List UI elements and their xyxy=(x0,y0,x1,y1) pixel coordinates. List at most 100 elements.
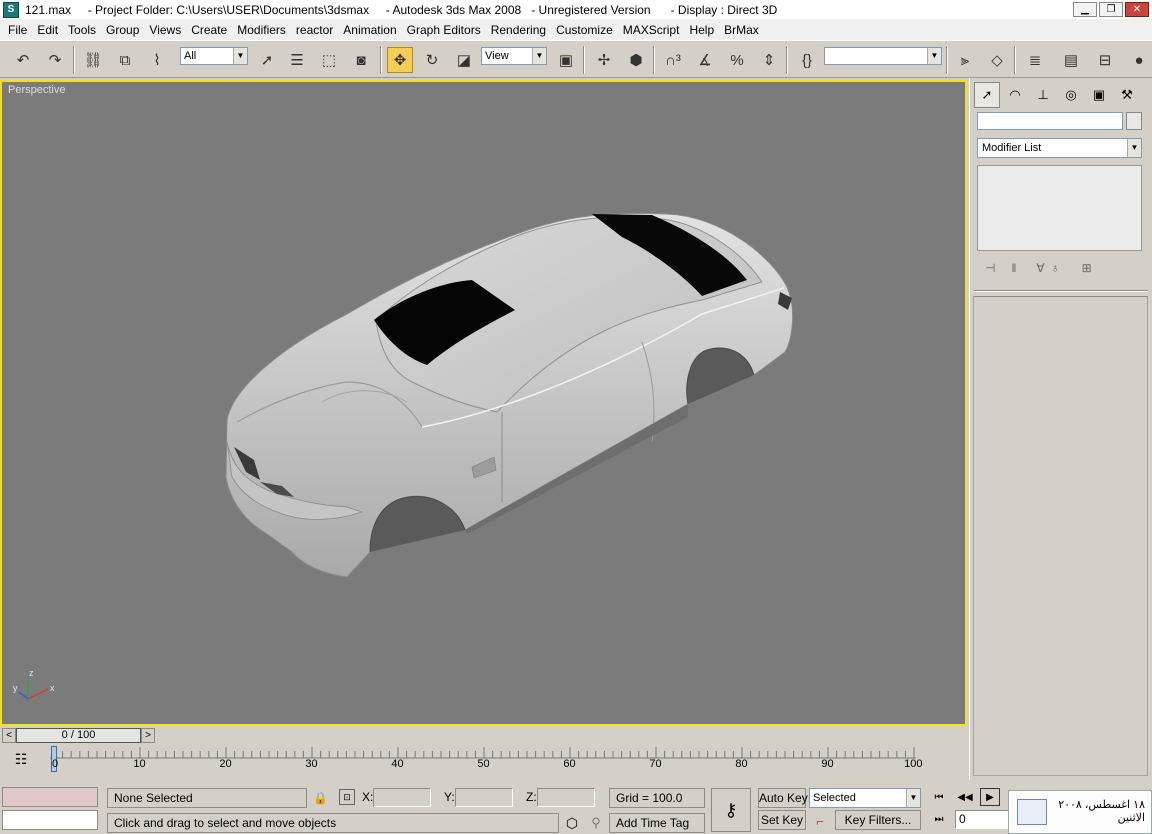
select-and-manipulate-icon[interactable]: ✢ xyxy=(591,47,617,73)
taskbar-date-popup[interactable]: ١٨ اغسطس، ٢٠٠٨ الاثنين xyxy=(1008,790,1152,834)
select-and-scale-icon[interactable]: ◪ xyxy=(451,47,477,73)
menu-reactor[interactable]: reactor xyxy=(291,23,338,37)
time-slider-thumb[interactable]: 0 / 100 xyxy=(16,728,141,743)
modifier-list-label: Modifier List xyxy=(982,142,1042,154)
z-coordinate-field[interactable] xyxy=(537,788,595,807)
menu-file[interactable]: File xyxy=(3,23,32,37)
3dsmax-app-icon[interactable]: S xyxy=(3,1,19,18)
x-coordinate-field[interactable] xyxy=(373,788,431,807)
reference-coordinate-dropdown[interactable]: View ▼ xyxy=(481,47,547,65)
toolbar-separator xyxy=(1014,46,1016,74)
maxscript-listener-mini[interactable] xyxy=(2,787,98,807)
close-button[interactable]: ✕ xyxy=(1125,2,1149,17)
time-slider-prev-button[interactable]: < xyxy=(2,728,16,743)
isolate-selection-icon[interactable]: ⬡ xyxy=(562,813,582,833)
go-to-start-icon[interactable]: ⏮ xyxy=(929,788,949,806)
unlink-selection-icon[interactable]: ⧉ xyxy=(112,47,138,73)
track-bar[interactable]: ☷ 0 10 20 30 40 50 60 70 80 90 100 xyxy=(0,745,967,775)
snaps-toggle-icon[interactable]: ∩³ xyxy=(660,47,686,73)
object-name-field[interactable] xyxy=(977,112,1123,130)
pin-stack-icon[interactable]: ⊣ xyxy=(985,261,995,275)
current-frame-field[interactable]: 0 xyxy=(955,810,1010,829)
key-mode-selection-dropdown[interactable]: Selected ▼ xyxy=(809,788,921,808)
add-time-tag-button[interactable]: Add Time Tag xyxy=(609,813,705,833)
spinner-snap-icon[interactable]: ⇕ xyxy=(756,47,782,73)
menu-help[interactable]: Help xyxy=(684,23,719,37)
material-editor-icon[interactable]: ● xyxy=(1126,47,1152,73)
object-color-swatch[interactable] xyxy=(1126,112,1142,130)
display-tab-icon[interactable]: ▣ xyxy=(1086,82,1112,108)
curve-editor-icon[interactable]: ▤ xyxy=(1058,47,1084,73)
menu-edit[interactable]: Edit xyxy=(32,23,63,37)
named-selection-sets-dropdown[interactable]: ▼ xyxy=(824,47,942,65)
absolute-mode-transform-icon[interactable]: ⊡ xyxy=(339,789,355,805)
show-end-result-icon[interactable]: ‖ xyxy=(1011,261,1016,275)
menu-animation[interactable]: Animation xyxy=(338,23,401,37)
car-body-model[interactable] xyxy=(2,82,965,724)
stack-buttons: ⊣ ‖ ∀ ♁ ⊞ xyxy=(977,256,1142,280)
layer-manager-icon[interactable]: ≣ xyxy=(1022,47,1048,73)
menu-brmax[interactable]: BrMax xyxy=(719,23,764,37)
create-tab-icon[interactable]: ➚ xyxy=(974,82,1000,108)
select-and-move-icon[interactable]: ✥ xyxy=(387,47,413,73)
previous-frame-icon[interactable]: ◀◀ xyxy=(955,788,975,806)
key-filters-button[interactable]: Key Filters... xyxy=(835,810,921,830)
angle-snap-icon[interactable]: ∡ xyxy=(692,47,718,73)
menu-views[interactable]: Views xyxy=(144,23,186,37)
menu-maxscript[interactable]: MAXScript xyxy=(618,23,685,37)
menu-customize[interactable]: Customize xyxy=(551,23,618,37)
mirror-icon[interactable]: ⫸ xyxy=(952,47,978,73)
menu-modifiers[interactable]: Modifiers xyxy=(232,23,291,37)
selection-filter-dropdown[interactable]: All ▼ xyxy=(180,47,248,65)
maxscript-input[interactable] xyxy=(2,810,98,830)
remove-modifier-icon[interactable]: ♁ xyxy=(1051,261,1060,275)
tick-label: 90 xyxy=(821,758,834,770)
menu-rendering[interactable]: Rendering xyxy=(486,23,551,37)
select-and-link-icon[interactable]: ⛓ xyxy=(80,47,106,73)
select-and-rotate-icon[interactable]: ↻ xyxy=(419,47,445,73)
set-key-key-icon[interactable]: ⚷ xyxy=(711,788,751,832)
auto-key-button[interactable]: Auto Key xyxy=(758,788,808,808)
percent-snap-icon[interactable]: % xyxy=(724,47,750,73)
chevron-down-icon: ▼ xyxy=(927,48,941,64)
select-by-name-icon[interactable]: ☰ xyxy=(284,47,310,73)
edit-named-selection-icon[interactable]: {} xyxy=(794,47,820,73)
utilities-tab-icon[interactable]: ⚒ xyxy=(1114,82,1140,108)
selection-lock-icon[interactable]: ⚲ xyxy=(586,813,606,833)
use-pivot-center-icon[interactable]: ▣ xyxy=(553,47,579,73)
undo-icon[interactable]: ↶ xyxy=(10,47,36,73)
select-object-icon[interactable]: ➚ xyxy=(254,47,280,73)
y-coordinate-field[interactable] xyxy=(455,788,513,807)
time-slider-next-button[interactable]: > xyxy=(141,728,155,743)
rectangular-selection-icon[interactable]: ⬚ xyxy=(316,47,342,73)
menu-create[interactable]: Create xyxy=(186,23,232,37)
chevron-down-icon: ▼ xyxy=(906,789,920,807)
schematic-view-icon[interactable]: ⊟ xyxy=(1092,47,1118,73)
default-in-out-tangents-icon[interactable]: ⌐ xyxy=(810,811,830,831)
modifier-list-dropdown[interactable]: Modifier List ▼ xyxy=(977,138,1142,158)
minimize-button[interactable]: ▁ xyxy=(1073,2,1097,17)
make-unique-icon[interactable]: ∀ xyxy=(1036,261,1044,275)
perspective-viewport[interactable]: Perspective x z y xyxy=(0,80,967,726)
configure-modifier-sets-icon[interactable]: ⊞ xyxy=(1082,261,1092,275)
keyboard-shortcut-override-icon[interactable]: ⬢ xyxy=(623,47,649,73)
app-window: S 121.max - Project Folder: C:\Users\USE… xyxy=(0,0,1152,834)
motion-tab-icon[interactable]: ◎ xyxy=(1058,82,1084,108)
menu-group[interactable]: Group xyxy=(101,23,144,37)
lock-selection-icon[interactable]: 🔒 xyxy=(313,791,328,805)
menu-tools[interactable]: Tools xyxy=(63,23,101,37)
open-mini-curve-editor-icon[interactable]: ☷ xyxy=(10,749,32,769)
redo-icon[interactable]: ↷ xyxy=(42,47,68,73)
axis-x-label: x xyxy=(50,683,55,693)
menu-graph-editors[interactable]: Graph Editors xyxy=(402,23,486,37)
align-icon[interactable]: ◇ xyxy=(984,47,1010,73)
key-mode-toggle-icon[interactable]: ⏭ xyxy=(929,810,949,828)
modify-tab-icon[interactable]: ◠ xyxy=(1002,82,1028,108)
maximize-button[interactable]: ❐ xyxy=(1099,2,1123,17)
set-key-button[interactable]: Set Key xyxy=(758,810,806,830)
play-animation-icon[interactable]: ▶ xyxy=(980,788,1000,806)
hierarchy-tab-icon[interactable]: ⊥ xyxy=(1030,82,1056,108)
window-crossing-icon[interactable]: ◙ xyxy=(348,47,374,73)
bind-to-space-warp-icon[interactable]: ⌇ xyxy=(144,47,170,73)
modifier-stack[interactable] xyxy=(977,165,1142,251)
